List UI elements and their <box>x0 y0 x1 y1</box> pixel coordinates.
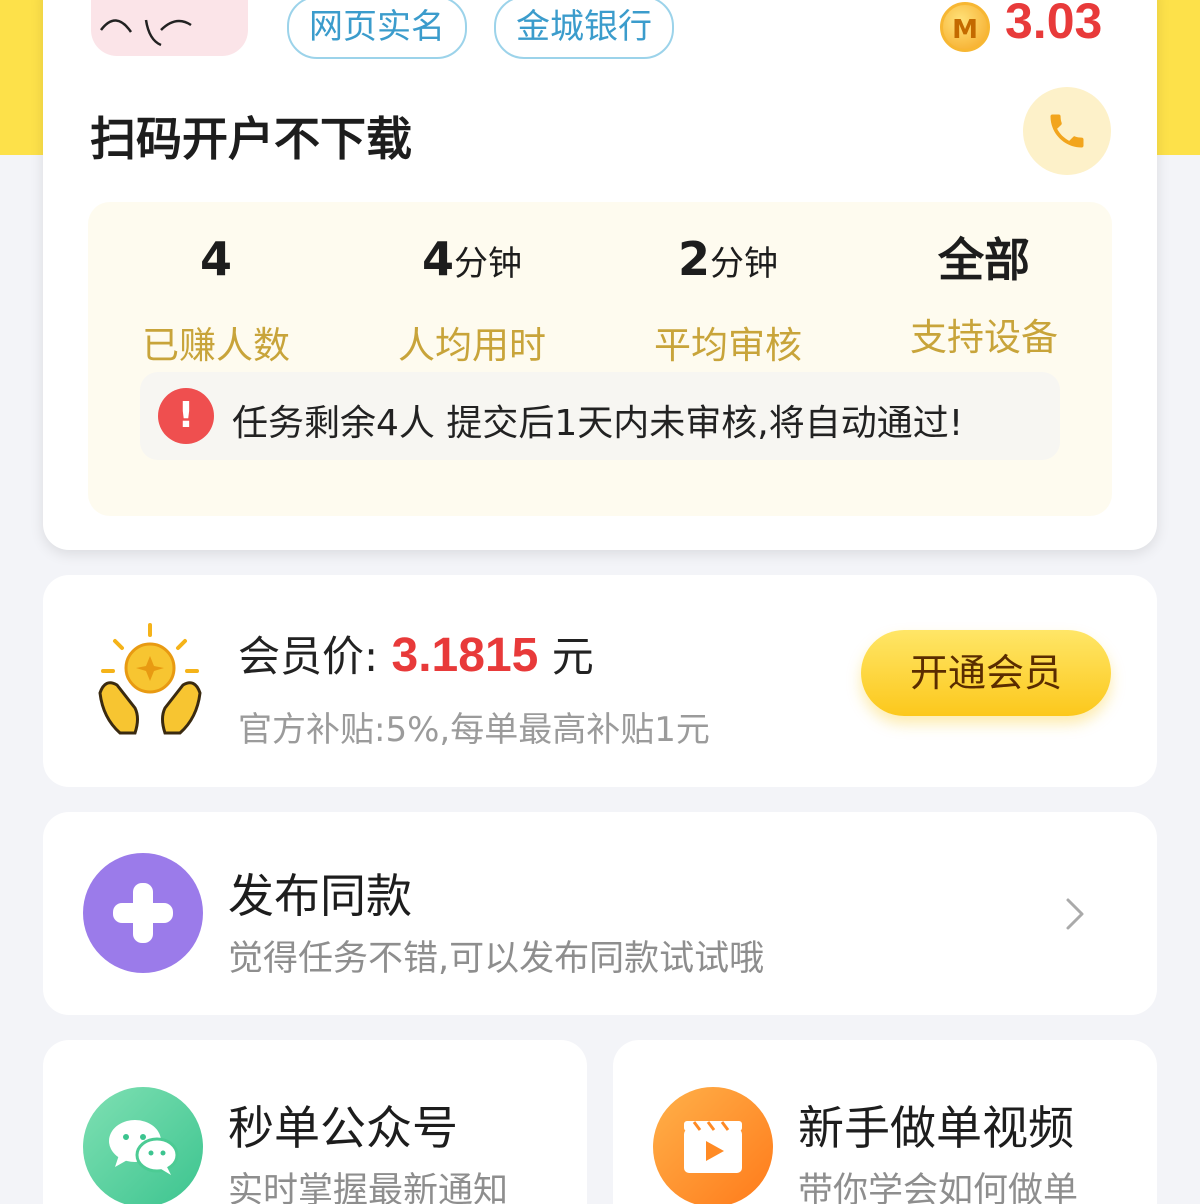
stat-value: 4 <box>199 232 232 286</box>
phone-icon <box>1050 114 1084 148</box>
video-title: 新手做单视频 <box>798 1101 1074 1155</box>
open-membership-button[interactable]: 开通会员 <box>861 630 1111 716</box>
member-price-unit: 元 <box>551 632 594 681</box>
chevron-right-icon <box>1066 898 1084 930</box>
task-card: 网页实名 金城银行 M 3.03 扫码开户不下载 4 已赚人数 4分钟 人均用时… <box>43 0 1157 550</box>
publish-subtitle: 觉得任务不错,可以发布同款试试哦 <box>228 939 765 979</box>
tutorial-video-card[interactable]: 新手做单视频 带你学会如何做单 <box>613 1040 1157 1204</box>
stat-label: 人均用时 <box>398 324 546 367</box>
task-title: 扫码开户不下载 <box>90 112 412 166</box>
stat-unit: 分钟 <box>710 244 778 284</box>
coin-icon: M <box>940 2 990 52</box>
publish-same-card[interactable]: 发布同款 觉得任务不错,可以发布同款试试哦 <box>43 812 1157 1015</box>
task-reward: 3.03 <box>1005 0 1103 49</box>
video-subtitle: 带你学会如何做单 <box>798 1171 1079 1204</box>
hands-sun-coin-icon <box>98 623 202 735</box>
task-thumbnail[interactable] <box>91 0 248 56</box>
member-card: 会员价: 3.1815 元 官方补贴:5%,每单最高补贴1元 开通会员 <box>43 575 1157 787</box>
member-subsidy-text: 官方补贴:5%,每单最高补贴1元 <box>238 710 710 750</box>
notice-text: 任务剩余4人 提交后1天内未审核,将自动通过! <box>232 403 964 444</box>
wechat-official-card[interactable]: 秒单公众号 实时掌握最新通知 <box>43 1040 587 1204</box>
alert-icon: ! <box>158 388 214 444</box>
stat-label: 已赚人数 <box>142 324 290 367</box>
tag-real-name: 网页实名 <box>287 0 467 59</box>
plus-icon <box>83 853 203 973</box>
stat-label: 支持设备 <box>910 316 1058 359</box>
wechat-title: 秒单公众号 <box>228 1101 458 1155</box>
tag-bank: 金城银行 <box>494 0 674 59</box>
stat-label: 平均审核 <box>654 324 802 367</box>
stat-value: 全部 <box>938 233 1030 287</box>
stat-unit: 分钟 <box>454 244 522 284</box>
task-stats: 4 已赚人数 4分钟 人均用时 2分钟 平均审核 全部 支持设备 ! 任务剩余4… <box>88 202 1112 516</box>
stat-value: 4 <box>421 232 454 286</box>
phone-button[interactable] <box>1023 87 1111 175</box>
video-clapper-icon <box>653 1087 773 1204</box>
task-notice: ! 任务剩余4人 提交后1天内未审核,将自动通过! <box>140 372 1060 460</box>
member-price-label: 会员价: <box>238 632 379 681</box>
member-price-line: 会员价: 3.1815 元 <box>238 623 594 684</box>
stat-value: 2 <box>677 232 710 286</box>
member-price-value: 3.1815 <box>391 629 539 682</box>
wechat-icon <box>83 1087 203 1204</box>
wechat-subtitle: 实时掌握最新通知 <box>228 1171 509 1204</box>
publish-title: 发布同款 <box>228 869 412 923</box>
